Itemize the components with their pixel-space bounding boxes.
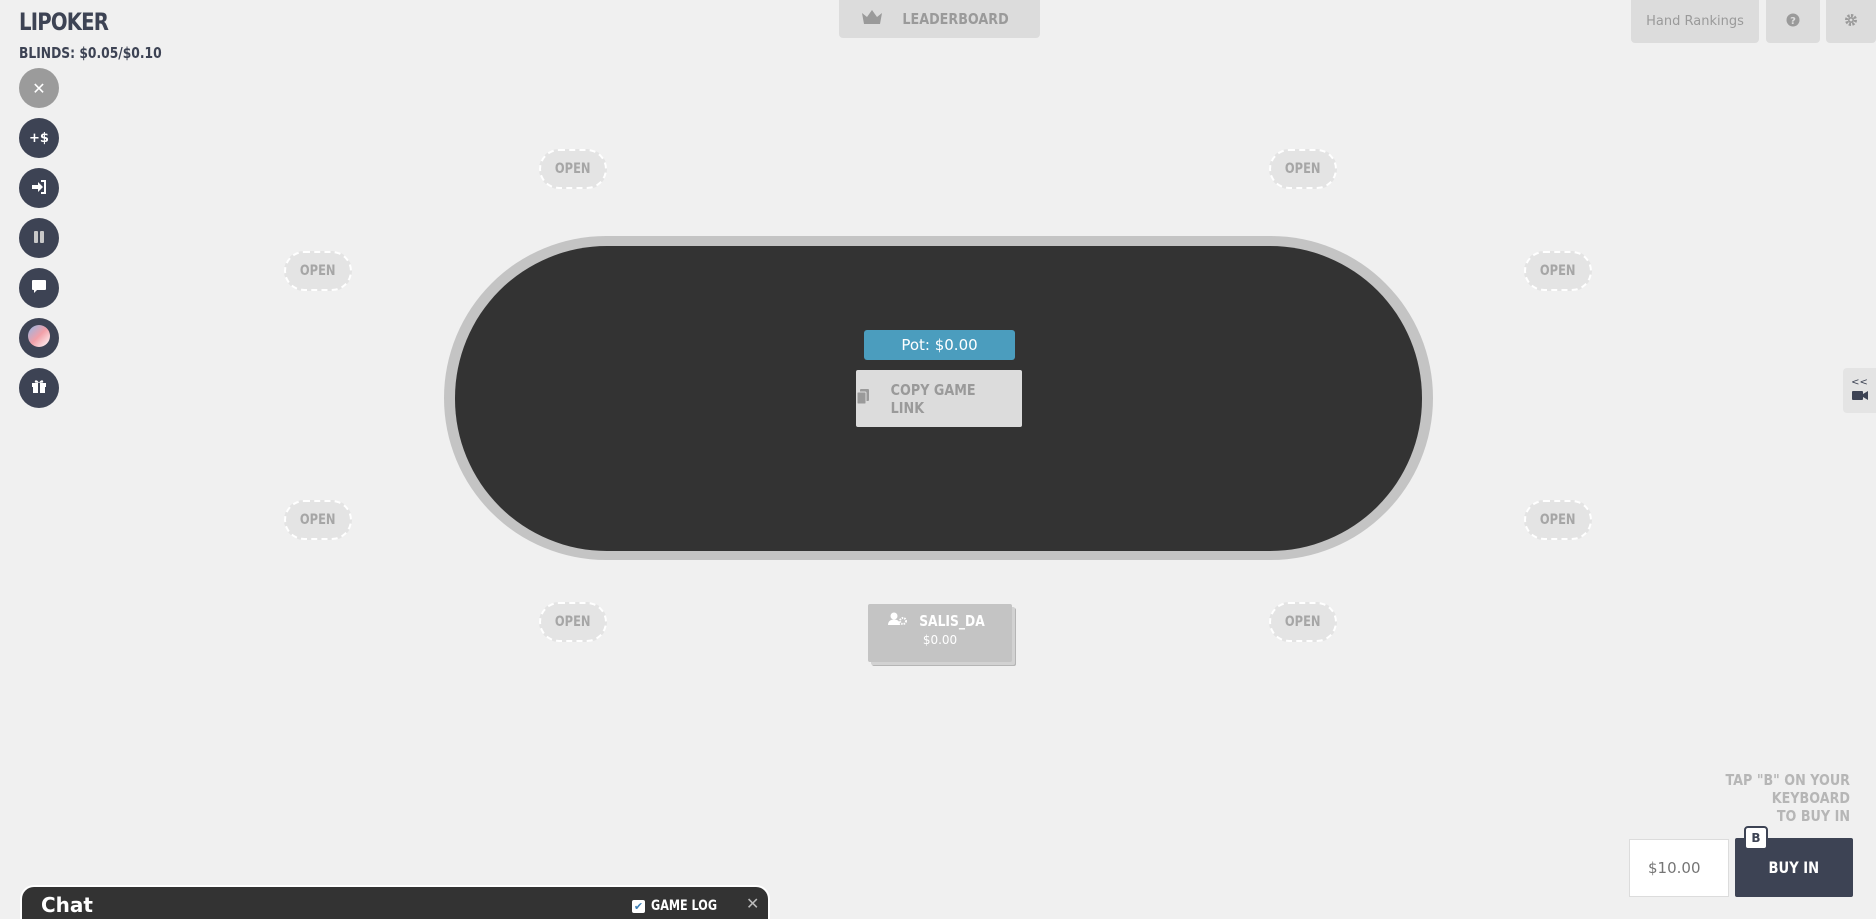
copy-game-link-label: COPY GAME LINK [890, 380, 976, 417]
open-seat[interactable]: OPEN [1524, 251, 1592, 291]
video-camera-icon [1851, 390, 1868, 404]
buy-in-hint-line1: TAP "B" ON YOUR KEYBOARD [1725, 771, 1850, 807]
player-stack: $0.00 [922, 633, 958, 647]
close-icon: ✕ [32, 78, 46, 98]
close-button[interactable]: ✕ [19, 68, 59, 108]
question-circle-icon: ? [1786, 13, 1800, 31]
open-seat[interactable]: OPEN [1269, 602, 1337, 642]
seat-label: OPEN [1540, 263, 1576, 279]
svg-text:?: ? [1790, 16, 1796, 27]
seat-label: OPEN [555, 614, 591, 630]
add-dollar-icon: +$ [29, 130, 49, 146]
chat-panel[interactable]: Chat ✔ GAME LOG ✕ [20, 885, 770, 919]
seat-label: OPEN [300, 263, 336, 279]
left-toolbar: ✕ +$ [19, 68, 59, 418]
sign-in-icon [31, 179, 47, 198]
chat-toggle-button[interactable] [19, 268, 59, 308]
chat-title: Chat [41, 893, 93, 917]
sit-in-button[interactable] [19, 168, 59, 208]
checkbox-checked-icon[interactable]: ✔ [632, 899, 645, 913]
game-log-label: GAME LOG [651, 898, 718, 914]
pot-display: Pot: $0.00 [864, 330, 1015, 360]
seat-label: OPEN [300, 512, 336, 528]
leaderboard-button[interactable]: LEADERBOARD [839, 0, 1040, 38]
settings-button[interactable] [1826, 0, 1876, 43]
poker-app: LIPOKER BLINDS: $0.05/$0.10 ✕ +$ LEADERB… [0, 0, 1876, 919]
user-gear-icon [888, 612, 908, 630]
color-gradient-icon [27, 324, 51, 352]
video-panel-toggle[interactable]: << [1843, 368, 1876, 413]
buy-in-hint-line2: TO BUY IN [1776, 807, 1850, 825]
buy-in-label: BUY IN [1768, 858, 1820, 877]
copy-game-link-button[interactable]: COPY GAME LINK [856, 370, 1022, 427]
open-seat[interactable]: OPEN [539, 602, 607, 642]
leaderboard-label: LEADERBOARD [902, 10, 1009, 28]
seat-label: OPEN [1540, 512, 1576, 528]
pause-icon [32, 229, 46, 248]
close-icon[interactable]: ✕ [746, 894, 759, 913]
hand-rankings-button[interactable]: Hand Rankings [1631, 0, 1759, 43]
open-seat[interactable]: OPEN [284, 251, 352, 291]
open-seat[interactable]: OPEN [539, 149, 607, 189]
open-seat[interactable]: OPEN [1269, 149, 1337, 189]
player-name-row: SALIS_DA [868, 612, 1012, 630]
collapse-arrows: << [1851, 377, 1868, 388]
app-title: LIPOKER [19, 8, 109, 36]
open-seat[interactable]: OPEN [284, 500, 352, 540]
gift-icon [31, 378, 47, 398]
gift-button[interactable] [19, 368, 59, 408]
gear-icon [1844, 13, 1858, 31]
add-chips-button[interactable]: +$ [19, 118, 59, 158]
game-log-toggle[interactable]: ✔ GAME LOG [632, 898, 734, 914]
seat-label: OPEN [1285, 614, 1321, 630]
blinds-label: BLINDS: $0.05/$0.10 [19, 44, 162, 62]
crown-icon [861, 9, 883, 29]
seat-label: OPEN [555, 161, 591, 177]
seat-label: OPEN [1285, 161, 1321, 177]
open-seat[interactable]: OPEN [1524, 500, 1592, 540]
hand-rankings-label: Hand Rankings [1646, 14, 1744, 29]
buy-in-amount-input[interactable] [1629, 839, 1729, 897]
player-seat[interactable]: SALIS_DA $0.00 [868, 604, 1012, 662]
keyboard-shortcut-badge: B [1744, 826, 1768, 850]
copy-icon [856, 388, 870, 409]
theme-button[interactable] [19, 318, 59, 358]
help-button[interactable]: ? [1766, 0, 1820, 43]
pause-button[interactable] [19, 218, 59, 258]
chat-bubble-icon [31, 279, 47, 298]
buy-in-hint: TAP "B" ON YOUR KEYBOARD TO BUY IN [1620, 771, 1850, 825]
player-name: SALIS_DA [919, 612, 985, 630]
